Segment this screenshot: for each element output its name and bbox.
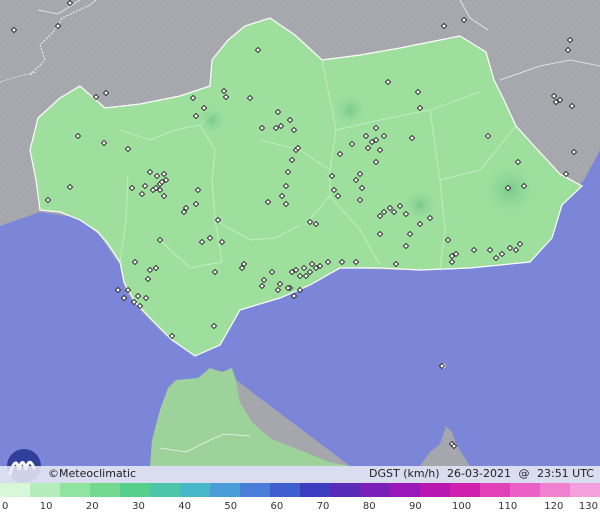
info-bar: ©Meteoclimatic DGST (km/h) 26-03-2021 @ … (0, 466, 600, 483)
scale-tick-label: 40 (178, 501, 191, 512)
color-scale-legend: 0 10 20 30 40 50 60 70 80 90 100 110 120 130 (0, 483, 600, 517)
scale-tick-label: 100 (451, 501, 472, 512)
color-swatch (270, 483, 300, 497)
color-swatch (540, 483, 570, 497)
color-swatch (510, 483, 540, 497)
scale-tick-label: 90 (409, 501, 422, 512)
color-swatch (390, 483, 420, 497)
scale-tick-label: 60 (270, 501, 284, 512)
brand-label: ©Meteoclimatic (48, 467, 137, 480)
color-swatch (330, 483, 360, 497)
scale-tick-label: 120 (544, 501, 564, 512)
color-swatch (450, 483, 480, 497)
color-swatch (300, 483, 330, 497)
color-swatch (120, 483, 150, 497)
gust-hotspot (332, 92, 368, 128)
color-swatch (240, 483, 270, 497)
color-swatch (30, 483, 60, 497)
color-swatch (150, 483, 180, 497)
scale-tick-label: 50 (224, 501, 238, 512)
scale-tick-label: 10 (39, 501, 53, 512)
color-swatch (480, 483, 510, 497)
at-separator: @ (518, 467, 530, 480)
map-canvas[interactable] (0, 0, 600, 517)
color-scale-ticks: 0 10 20 30 40 50 60 70 80 90 100 110 120 130 (0, 497, 600, 517)
scale-tick-label: 20 (85, 501, 99, 512)
scale-tick-label: 110 (498, 501, 518, 512)
color-swatch (570, 483, 600, 497)
time-label: 23:51 UTC (536, 467, 594, 480)
scale-tick-label: 130 (578, 501, 598, 512)
status-readout: DGST (km/h) 26-03-2021 @ 23:51 UTC (365, 467, 594, 480)
color-swatch (210, 483, 240, 497)
scale-tick-label: 70 (316, 501, 330, 512)
color-swatch (180, 483, 210, 497)
color-swatch (420, 483, 450, 497)
gust-hotspot (480, 160, 540, 220)
color-swatch (60, 483, 90, 497)
scale-tick-label: 30 (132, 501, 145, 512)
gust-hotspot (196, 104, 228, 136)
color-swatch (360, 483, 390, 497)
color-scale-bar (0, 483, 600, 497)
scale-tick-label: 80 (362, 501, 376, 512)
date-label: 26-03-2021 (447, 467, 511, 480)
color-swatch (0, 483, 30, 497)
color-swatch (90, 483, 120, 497)
scale-tick-label: 0 (2, 501, 9, 512)
variable-label: DGST (km/h) (369, 467, 440, 480)
